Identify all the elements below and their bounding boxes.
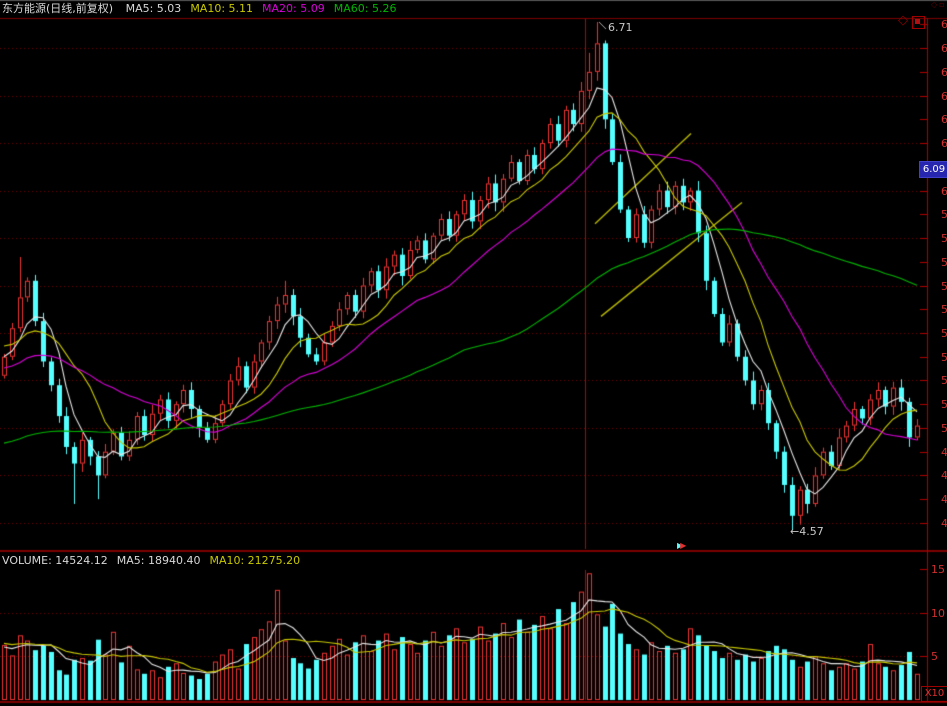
legend-item: MA10: 21275.20 — [209, 554, 300, 567]
legend-item: MA10: 5.11 — [190, 2, 253, 15]
volume-axis-label: 10 — [931, 607, 945, 620]
period-box-icon[interactable] — [912, 16, 925, 29]
corner-icons[interactable]: ◇▫ — [931, 0, 947, 9]
price-axis-label: 6 — [941, 137, 947, 150]
price-axis-label: 5 — [941, 422, 947, 435]
price-axis-label: 4 — [941, 446, 947, 459]
price-axis-label: 6 — [941, 18, 947, 31]
price-axis-label: 5 — [941, 280, 947, 293]
scroll-arrow-red-icon: ▶ — [680, 541, 683, 550]
price-axis-label: 4 — [941, 493, 947, 506]
stock-title: 东方能源(日线,前复权) — [2, 2, 113, 15]
price-axis-label: 4 — [941, 517, 947, 530]
low-price-annotation: ←4.57 — [790, 525, 824, 538]
period-box-fill — [915, 19, 920, 24]
main-chart-legend: 东方能源(日线,前复权) MA5: 5.03 MA10: 5.11 MA20: 5.… — [2, 2, 405, 15]
price-axis-label: 5 — [941, 232, 947, 245]
price-axis-label: 5 — [941, 303, 947, 316]
stock-app-window: 东方能源(日线,前复权) MA5: 5.03 MA10: 5.11 MA20: 5.… — [0, 0, 947, 706]
volume-legend: VOLUME: 14524.12 MA5: 18940.40 MA10: 21275… — [2, 554, 309, 567]
volume-unit-multiplier: X10 — [921, 686, 947, 702]
legend-item: VOLUME: 14524.12 — [2, 554, 108, 567]
legend-item: MA20: 5.09 — [262, 2, 325, 15]
price-axis-label: 6 — [941, 90, 947, 103]
price-axis-label: 5 — [941, 208, 947, 221]
legend-item: MA5: 5.03 — [126, 2, 182, 15]
cursor-price-badge: 6.09 — [919, 161, 947, 178]
price-axis-label: 6 — [941, 66, 947, 79]
price-axis-label: 5 — [941, 256, 947, 269]
price-axis-label: 6 — [941, 185, 947, 198]
legend-item: MA60: 5.26 — [334, 2, 397, 15]
legend-item: MA5: 18940.40 — [117, 554, 201, 567]
price-axis-label: 5 — [941, 327, 947, 340]
price-axis-label: 6 — [941, 42, 947, 55]
price-axis-label: 6 — [941, 113, 947, 126]
price-axis-label: 5 — [941, 351, 947, 364]
volume-axis-label: 15 — [931, 563, 945, 576]
price-axis-label: 4 — [941, 469, 947, 482]
peak-price-annotation: 6.71 — [608, 21, 633, 34]
price-axis-label: 5 — [941, 374, 947, 387]
scroll-position-marker[interactable]: ▶▶ — [677, 541, 683, 550]
price-axis-label: 5 — [941, 398, 947, 411]
diamond-icon[interactable]: ◇ — [898, 13, 908, 28]
chart-canvas[interactable] — [0, 0, 947, 706]
volume-axis-label: 5 — [931, 650, 938, 663]
